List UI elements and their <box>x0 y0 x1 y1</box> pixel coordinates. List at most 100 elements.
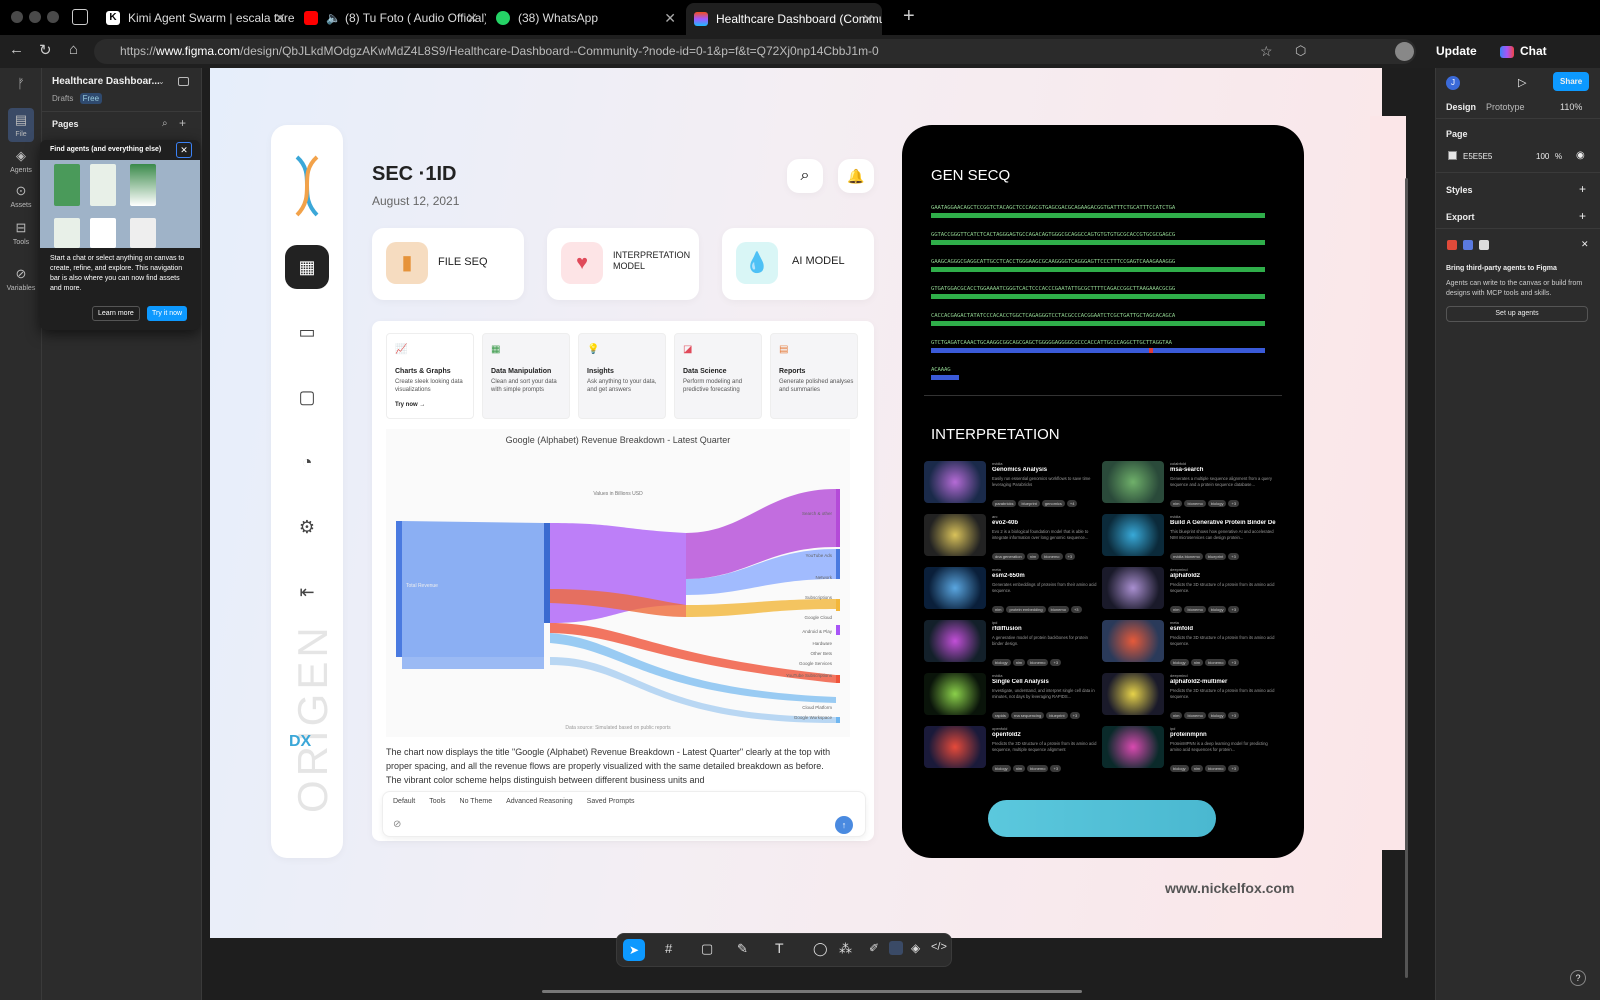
panel-toggle-icon[interactable] <box>178 77 189 86</box>
page-opacity-value[interactable]: 100 <box>1536 152 1549 161</box>
close-tab-icon[interactable]: ✕ <box>466 10 478 27</box>
rectangle-tool-icon[interactable]: ▢ <box>701 941 713 957</box>
horizontal-scrollbar[interactable] <box>542 990 1082 993</box>
drafts-link[interactable]: Drafts <box>52 94 73 103</box>
chevron-down-icon[interactable]: ⌄ <box>158 77 165 86</box>
interpretation-model-card[interactable]: ♥ INTERPRETATION MODEL <box>547 228 699 300</box>
sidebar-analytics-button[interactable]: ◔ <box>285 440 329 484</box>
profile-avatar[interactable] <box>1395 42 1414 61</box>
new-tab-icon[interactable]: + <box>903 5 915 28</box>
move-tool-icon[interactable]: ➤ <box>623 939 645 961</box>
back-icon[interactable]: ← <box>9 41 24 58</box>
rail-variables[interactable]: ⊘ Variables <box>0 266 42 292</box>
model-card[interactable]: deepmind alphafold2-multimer Predicts the … <box>1102 671 1278 719</box>
tool-card[interactable]: ▦ Data Manipulation Clean and sort your da… <box>482 333 570 419</box>
user-avatar[interactable]: J <box>1446 76 1460 90</box>
model-card[interactable]: ipd proteinmpnn ProteinMPNN is a deep lear… <box>1102 724 1278 772</box>
tab-overview-icon[interactable] <box>72 9 88 25</box>
file-seq-card[interactable]: ▮ FILE SEQ <box>372 228 524 300</box>
try-it-now-button[interactable]: Try it now <box>147 306 188 321</box>
model-card[interactable]: meta esmfold Predicts the 3D structure of … <box>1102 618 1278 666</box>
tool-card[interactable]: ▤ Reports Generate polished analyses and s… <box>770 333 858 419</box>
page-color-value[interactable]: E5E5E5 <box>1463 152 1492 161</box>
rail-tools[interactable]: ⊟ Tools <box>0 220 42 246</box>
model-card[interactable]: openfold openfold2 Predicts the 3D structu… <box>924 724 1100 772</box>
tab-design[interactable]: Design <box>1446 102 1476 112</box>
window-close-dot[interactable] <box>11 11 23 23</box>
composer-chip[interactable]: Advanced Reasoning <box>506 798 573 805</box>
url-field[interactable]: https://www.figma.com/design/QbJLkdMOdgz… <box>94 39 1416 64</box>
notifications-button[interactable]: 🔔 <box>838 159 874 193</box>
zoom-level[interactable]: 110% <box>1560 102 1582 112</box>
composer-chip[interactable]: Default <box>393 798 415 805</box>
sidebar-settings-button[interactable]: ⚙ <box>285 505 329 549</box>
model-card[interactable]: meta esm2-650m Generates embeddings of pro… <box>924 565 1100 613</box>
draw-mode-icon[interactable]: ✐ <box>869 941 879 955</box>
primary-action-button[interactable] <box>988 800 1216 837</box>
browser-tab-youtube[interactable]: 🔈 (8) Tu Foto ( Audio Official) ✕ <box>296 5 486 31</box>
reload-icon[interactable]: ↻ <box>39 41 52 59</box>
model-card[interactable]: nvidia Genomics Analysis Easily run essent… <box>924 459 1100 507</box>
tool-card[interactable]: 📈 Charts & Graphs Create sleek looking dat… <box>386 333 474 419</box>
setup-agents-button[interactable]: Set up agents <box>1446 306 1588 322</box>
model-card[interactable]: nvidia Single Cell Analysis Investigate, u… <box>924 671 1100 719</box>
model-card[interactable]: colabfold msa-search Generates a multiple … <box>1102 459 1278 507</box>
figma-canvas[interactable]: ▦ ▭ ▢ ◔ ⚙ ⇤ ORIGEN DX SEC ·1ID August 12… <box>202 68 1435 1000</box>
dev-mode-diamond-icon[interactable]: ◈ <box>911 941 920 955</box>
model-card[interactable]: nvidia Build A Generative Protein Binder … <box>1102 512 1278 560</box>
frame-tool-icon[interactable]: # <box>665 941 672 956</box>
learn-more-button[interactable]: Learn more <box>92 306 140 321</box>
page-color-swatch[interactable] <box>1448 151 1457 160</box>
sidebar-chat-button[interactable]: ▢ <box>285 375 329 419</box>
rail-agents[interactable]: ◈ Agents <box>0 148 42 174</box>
rail-assets[interactable]: ⊙ Assets <box>0 183 42 209</box>
composer-chip[interactable]: No Theme <box>460 798 493 805</box>
code-icon[interactable]: </> <box>931 941 947 953</box>
sidebar-calendar-button[interactable]: ▭ <box>285 310 329 354</box>
ai-model-card[interactable]: 💧 AI MODEL <box>722 228 874 300</box>
attach-icon[interactable]: ⊘ <box>393 819 401 830</box>
tool-card[interactable]: ◪ Data Science Perform modeling and predic… <box>674 333 762 419</box>
present-icon[interactable]: ▷ <box>1518 76 1526 89</box>
close-icon[interactable]: ✕ <box>1581 239 1589 250</box>
model-card[interactable]: ipd rfdiffusion A generative model of prot… <box>924 618 1100 666</box>
chat-button[interactable]: Chat <box>1500 44 1547 58</box>
try-now-link[interactable]: Try now → <box>395 402 425 408</box>
add-page-icon[interactable]: + <box>179 116 186 130</box>
browser-tab-figma[interactable]: Healthcare Dashboard (Commu ✕ <box>686 3 882 35</box>
search-button[interactable]: ⌕ <box>787 159 823 193</box>
chat-composer[interactable]: Default Tools No Theme Advanced Reasoning Sa… <box>382 791 866 837</box>
pen-tool-icon[interactable]: ✎ <box>737 941 748 957</box>
help-icon[interactable]: ? <box>1570 970 1586 986</box>
add-export-icon[interactable]: + <box>1579 209 1586 223</box>
rail-file[interactable]: ▤ File <box>8 108 34 142</box>
send-button[interactable]: ↑ <box>835 816 853 834</box>
tool-card[interactable]: 💡 Insights Ask anything to your data, and … <box>578 333 666 419</box>
file-name[interactable]: Healthcare Dashboar... <box>52 76 160 87</box>
close-icon[interactable]: ✕ <box>176 142 192 158</box>
eye-icon[interactable]: ◉ <box>1576 150 1585 161</box>
composer-chip[interactable]: Tools <box>429 798 445 805</box>
add-style-icon[interactable]: + <box>1579 182 1586 196</box>
extensions-icon[interactable]: ⬡ <box>1295 43 1306 59</box>
home-icon[interactable]: ⌂ <box>69 41 78 58</box>
sidebar-logout-button[interactable]: ⇤ <box>285 570 329 614</box>
model-card[interactable]: arc evo2-40b Evo 2 is a biological foundat… <box>924 512 1100 560</box>
browser-tab-kimi[interactable]: K Kimi Agent Swarm | escala tarea ✕ <box>98 5 294 31</box>
search-icon[interactable]: ⌕ <box>162 118 168 129</box>
design-frame[interactable]: ▦ ▭ ▢ ◔ ⚙ ⇤ ORIGEN DX SEC ·1ID August 12… <box>210 68 1382 938</box>
close-tab-icon[interactable]: ✕ <box>274 10 286 27</box>
vertical-scrollbar[interactable] <box>1405 178 1408 978</box>
composer-chip[interactable]: Saved Prompts <box>587 798 635 805</box>
close-tab-icon[interactable]: ✕ <box>664 10 676 27</box>
close-tab-icon[interactable]: ✕ <box>862 11 874 28</box>
model-card[interactable]: deepmind alphafold2 Predicts the 3D struct… <box>1102 565 1278 613</box>
components-icon[interactable]: ⁂ <box>839 941 852 957</box>
sidebar-dashboard-button[interactable]: ▦ <box>285 245 329 289</box>
comment-tool-icon[interactable]: ◯ <box>813 941 828 957</box>
share-button[interactable]: Share <box>1553 72 1590 91</box>
figma-menu-icon[interactable]: ᚠ <box>0 76 42 94</box>
browser-tab-whatsapp[interactable]: (38) WhatsApp ✕ <box>488 5 684 31</box>
window-zoom-dot[interactable] <box>47 11 59 23</box>
design-mode-icon[interactable] <box>889 941 903 955</box>
